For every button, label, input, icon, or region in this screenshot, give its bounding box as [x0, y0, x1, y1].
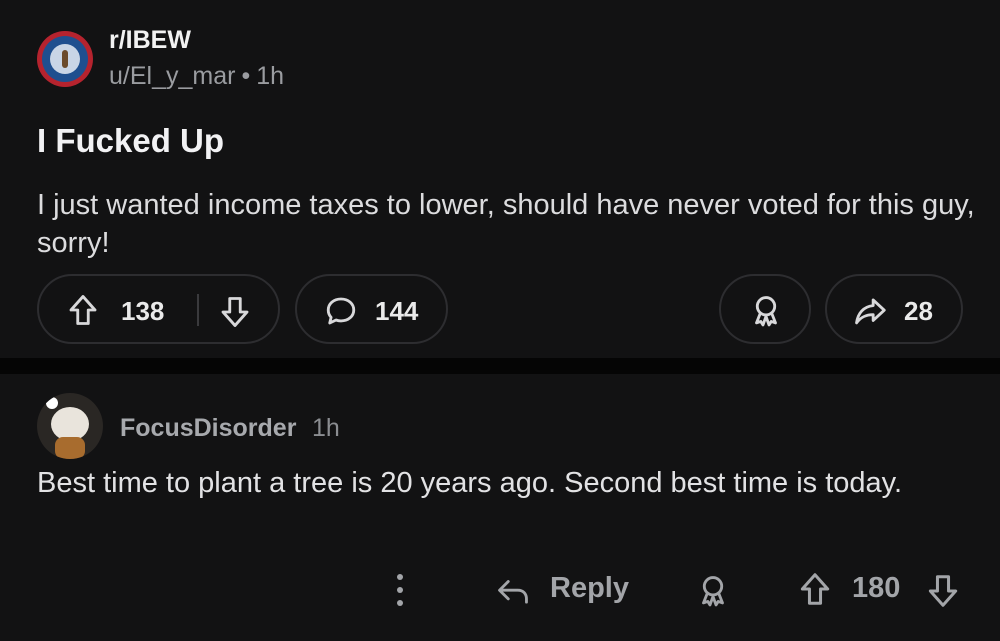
- vote-separator: [197, 294, 199, 326]
- post-title[interactable]: I Fucked Up: [37, 122, 224, 160]
- upvote-count: 138: [121, 296, 165, 326]
- award-button[interactable]: [719, 274, 811, 344]
- comment-author[interactable]: FocusDisorder: [120, 414, 296, 443]
- subreddit-name[interactable]: r/IBEW: [109, 26, 191, 55]
- comment-vote-count: 180: [852, 572, 901, 604]
- comment-downvote-icon[interactable]: [924, 572, 962, 610]
- fist-icon: [62, 50, 68, 68]
- upvote-icon[interactable]: [65, 292, 101, 328]
- post-author[interactable]: u/El_y_mar: [109, 62, 235, 90]
- meta-separator: •: [241, 62, 251, 90]
- post-card: r/IBEW u/El_y_mar • 1h I Fucked Up I just …: [0, 0, 1000, 358]
- vertical-dots-icon[interactable]: [390, 570, 410, 610]
- post-time: 1h: [256, 62, 285, 90]
- avatar-hat: [46, 397, 58, 409]
- subreddit-avatar-emblem: [50, 44, 80, 74]
- reply-button[interactable]: Reply: [550, 572, 629, 605]
- award-ribbon-icon[interactable]: [694, 572, 732, 610]
- avatar-body: [55, 437, 85, 459]
- downvote-icon[interactable]: [217, 294, 253, 330]
- avatar-head: [51, 407, 89, 441]
- vote-bar: 138: [37, 274, 280, 344]
- comment-count: 144: [375, 296, 419, 326]
- post-body[interactable]: I just wanted income taxes to lower, sho…: [37, 186, 977, 262]
- section-divider: [0, 358, 1000, 374]
- share-count: 28: [904, 296, 933, 326]
- award-ribbon-icon: [755, 296, 777, 327]
- post-meta: u/El_y_mar • 1h: [109, 62, 284, 91]
- share-button[interactable]: 28: [825, 274, 963, 344]
- comment-actions: Reply 180: [0, 560, 1000, 620]
- comment-card: FocusDisorder 1h Best time to plant a tr…: [0, 374, 1000, 641]
- comment-time: 1h: [312, 414, 340, 442]
- share-arrow-icon: [855, 298, 886, 325]
- comments-button[interactable]: 144: [295, 274, 448, 344]
- commenter-avatar[interactable]: [37, 393, 103, 459]
- subreddit-avatar[interactable]: [37, 31, 93, 87]
- speech-bubble-icon: [326, 297, 356, 325]
- comment-upvote-icon[interactable]: [796, 570, 834, 608]
- subreddit-avatar-ring: [42, 36, 88, 82]
- comment-text[interactable]: Best time to plant a tree is 20 years ag…: [37, 464, 967, 502]
- reply-arrow-icon[interactable]: [494, 572, 532, 610]
